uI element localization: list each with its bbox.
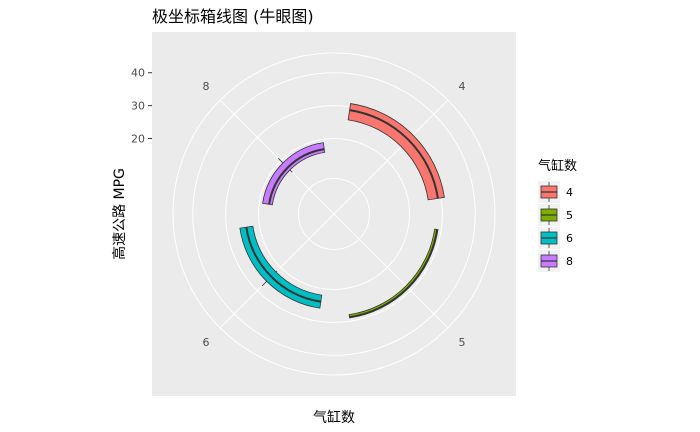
x-tick-label: 4: [458, 80, 465, 93]
y-tick-label: 20: [131, 133, 145, 146]
y-tick-label: 40: [131, 67, 145, 80]
chart-title: 极坐标箱线图 (牛眼图): [152, 7, 314, 26]
y-axis: 20 30 40: [131, 67, 152, 146]
legend-label: 6: [566, 232, 573, 245]
x-tick-label: 5: [458, 336, 465, 349]
legend-label: 8: [566, 255, 573, 268]
legend: 气缸数 4 5 6 8: [538, 158, 577, 272]
legend-label: 5: [566, 209, 573, 222]
legend-title: 气缸数: [538, 158, 577, 174]
x-tick-label: 6: [203, 336, 210, 349]
y-axis-title: 高速公路 MPG: [111, 168, 128, 260]
y-tick-label: 30: [131, 100, 145, 113]
x-tick-label: 8: [203, 80, 210, 93]
chart: 极坐标箱线图 (牛眼图) 20 30 40 4 5 6 8 气缸数 高速公路 MPG 气缸…: [111, 7, 577, 426]
x-axis-title: 气缸数: [313, 409, 355, 426]
legend-label: 4: [566, 186, 573, 199]
